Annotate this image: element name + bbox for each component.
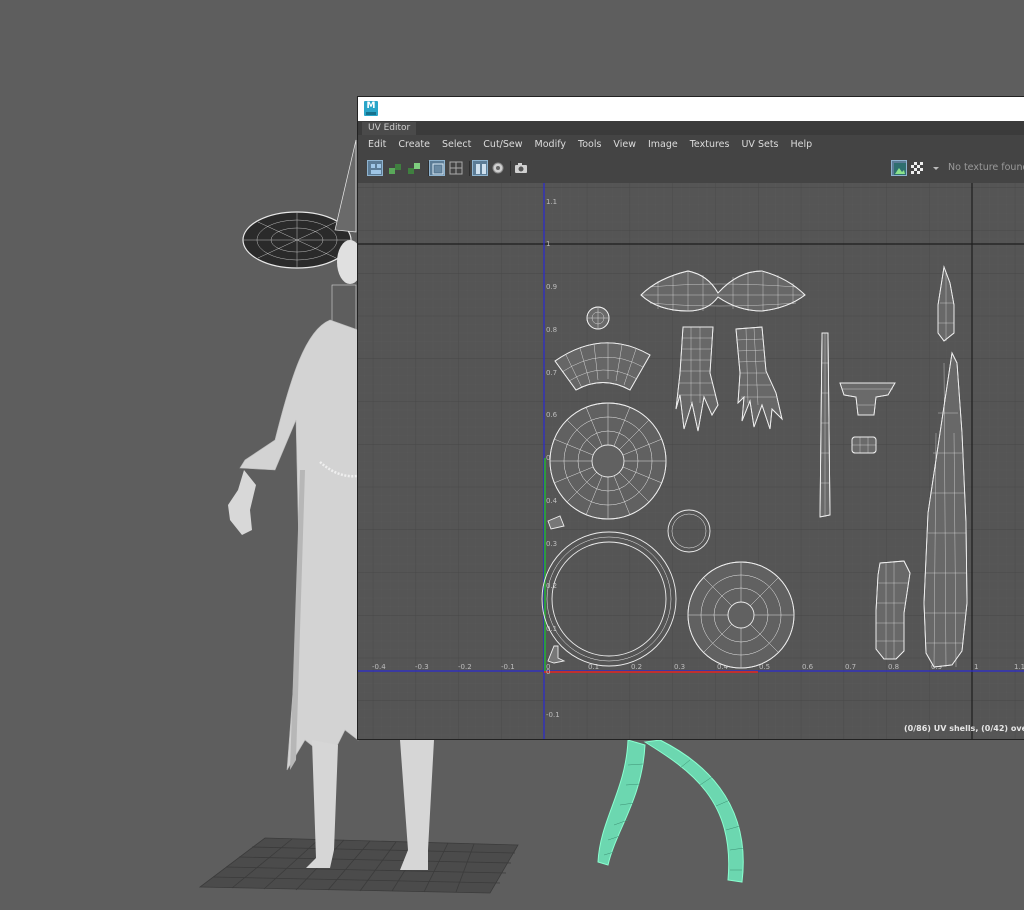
distortion-icon[interactable] bbox=[490, 160, 506, 176]
uv-canvas[interactable]: -0.4 -0.3 -0.2 -0.1 0 0.1 0.2 0.3 0.4 0.… bbox=[358, 183, 1024, 740]
u-tick: 0.8 bbox=[888, 663, 899, 671]
menu-help[interactable]: Help bbox=[785, 135, 819, 155]
u-tick: 1 bbox=[974, 663, 978, 671]
u-tick: 0.2 bbox=[631, 663, 642, 671]
v-tick: 0.4 bbox=[546, 497, 558, 505]
wireframe-toggle-icon[interactable] bbox=[429, 160, 445, 176]
menu-select[interactable]: Select bbox=[436, 135, 477, 155]
uv-shell-lower-disc bbox=[687, 561, 795, 669]
uv-layout-icon[interactable] bbox=[387, 160, 403, 176]
menu-view[interactable]: View bbox=[607, 135, 642, 155]
texture-status: No texture found bbox=[948, 162, 1024, 173]
window-titlebar[interactable]: M bbox=[358, 97, 1024, 122]
v-tick: 0.3 bbox=[546, 540, 557, 548]
u-tick: -0.3 bbox=[415, 663, 429, 671]
uv-status-text: (0/86) UV shells, (0/42) overla bbox=[904, 724, 1024, 733]
maya-icon: M bbox=[364, 101, 378, 116]
uv-editor-window[interactable]: M UV Editor Edit Create Select Cut/Sew M… bbox=[357, 96, 1024, 740]
v-tick: 0 bbox=[546, 668, 550, 676]
uv-shell-icon[interactable] bbox=[367, 160, 383, 176]
v-tick: -0.1 bbox=[546, 711, 560, 719]
uv-toolbar: No texture found bbox=[358, 155, 1024, 184]
menu-tools[interactable]: Tools bbox=[572, 135, 607, 155]
snapshot-icon[interactable] bbox=[513, 160, 529, 176]
checker-grid-icon[interactable] bbox=[448, 160, 464, 176]
uv-shell-radial-disc bbox=[549, 402, 667, 520]
menu-edit[interactable]: Edit bbox=[362, 135, 392, 155]
panel-title[interactable]: UV Editor bbox=[362, 122, 417, 135]
panel-tabbar: UV Editor bbox=[358, 121, 1024, 135]
checker-icon[interactable] bbox=[909, 160, 925, 176]
menu-image[interactable]: Image bbox=[642, 135, 684, 155]
uv-shell-small-disc bbox=[586, 306, 610, 330]
v-tick: 1 bbox=[546, 240, 550, 248]
menu-create[interactable]: Create bbox=[392, 135, 436, 155]
v-tick: 0.9 bbox=[546, 283, 557, 291]
menu-modify[interactable]: Modify bbox=[529, 135, 572, 155]
u-tick: 0.3 bbox=[674, 663, 685, 671]
dropdown-arrow-icon[interactable] bbox=[928, 160, 944, 176]
menu-uv-sets[interactable]: UV Sets bbox=[735, 135, 784, 155]
uv-shell-strip bbox=[819, 332, 831, 518]
v-tick: 1.1 bbox=[546, 198, 557, 206]
u-tick: 0.6 bbox=[802, 663, 814, 671]
uv-unfold-icon[interactable] bbox=[406, 160, 422, 176]
selected-mesh-tail[interactable] bbox=[597, 739, 745, 883]
v-tick: 0.8 bbox=[546, 326, 557, 334]
menu-bar: Edit Create Select Cut/Sew Modify Tools … bbox=[358, 135, 1024, 155]
uv-shell-hand-left bbox=[675, 326, 719, 432]
image-display-icon[interactable] bbox=[891, 160, 907, 176]
u-tick: 1.1 bbox=[1014, 663, 1024, 671]
v-tick: 0.7 bbox=[546, 369, 557, 377]
menu-textures[interactable]: Textures bbox=[684, 135, 736, 155]
u-tick: 0.7 bbox=[845, 663, 856, 671]
menu-cut-sew[interactable]: Cut/Sew bbox=[477, 135, 528, 155]
floor-grid bbox=[198, 837, 519, 894]
u-tick: -0.4 bbox=[372, 663, 386, 671]
v-tick: 0.6 bbox=[546, 411, 558, 419]
u-tick: -0.1 bbox=[501, 663, 515, 671]
shaded-uv-icon[interactable] bbox=[472, 160, 488, 176]
u-tick: -0.2 bbox=[458, 663, 472, 671]
